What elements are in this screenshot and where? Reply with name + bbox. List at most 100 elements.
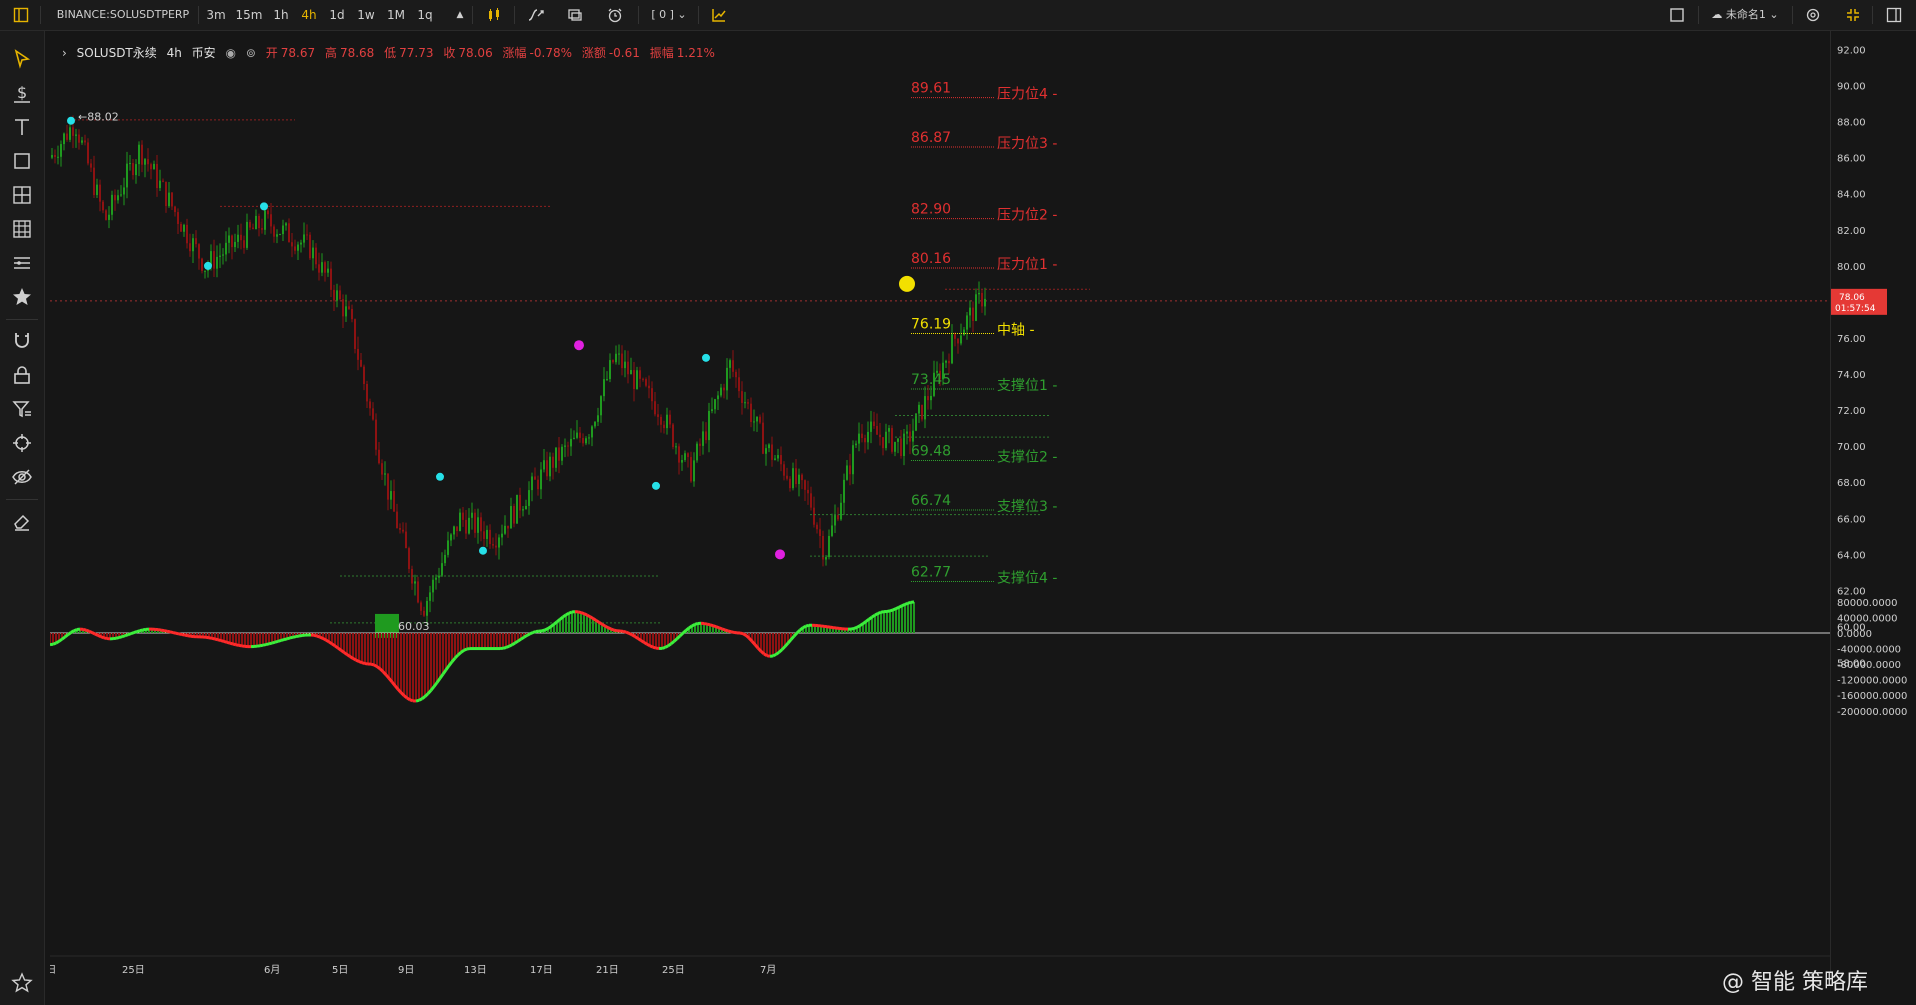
candle-body (558, 447, 560, 461)
candle-body (600, 396, 602, 416)
candle-body (834, 515, 836, 526)
lock-icon[interactable] (10, 363, 34, 387)
candle-body (879, 434, 881, 438)
oscillator-line (610, 627, 615, 632)
indicator-template-button[interactable]: [ 0 ] ⌄ (648, 0, 690, 30)
candle-body (381, 463, 383, 475)
candle-body (945, 360, 947, 363)
pattern-icon[interactable] (10, 183, 34, 207)
candle-body (891, 428, 893, 452)
divider (514, 6, 515, 24)
candle-body (63, 133, 65, 145)
interval-dropdown-icon[interactable]: ▲ (454, 0, 466, 30)
time-tick: 21日 (596, 965, 619, 976)
candle-body (159, 180, 161, 189)
candle-body (291, 242, 293, 247)
candle-body (345, 306, 347, 317)
fib-lines-icon[interactable] (10, 251, 34, 275)
candle-body (909, 431, 911, 442)
eraser-icon[interactable] (10, 509, 34, 533)
price-tick: 80.00 (1837, 262, 1866, 273)
candle-body (561, 446, 563, 461)
crosshair-icon[interactable] (10, 431, 34, 455)
grid-icon[interactable] (10, 217, 34, 241)
hide-eye-icon[interactable] (10, 465, 34, 489)
oscillator-line (370, 662, 375, 667)
interval-3m[interactable]: 3m (204, 0, 228, 30)
compare-icon[interactable] (562, 0, 588, 30)
candle-body (90, 163, 92, 168)
pivot-dot (436, 472, 444, 481)
oscillator-line (178, 632, 183, 637)
oscillator-line (739, 631, 744, 636)
price-tick: 92.00 (1837, 46, 1866, 57)
candle-body (426, 600, 428, 616)
candle-style-icon[interactable] (480, 0, 508, 30)
settings-gear-icon[interactable] (1802, 0, 1824, 30)
candle-body (876, 425, 878, 435)
time-tick: 25日 (662, 965, 685, 976)
oscillator-line (661, 646, 666, 650)
candle-body (774, 458, 776, 460)
magnet-icon[interactable] (10, 329, 34, 353)
alarm-icon[interactable] (602, 0, 628, 30)
settings-icon[interactable]: ⊚ (246, 46, 256, 60)
oscillator-line (721, 627, 726, 632)
collapse-chevron-icon[interactable]: › (62, 46, 67, 60)
price-chart[interactable]: 1日 25日 6月 5日 9日 13日 17日 21日 25日 7月 ←88.02 60.03 89.6… (50, 31, 1830, 981)
candle-body (192, 238, 194, 252)
interval-1w[interactable]: 1w (354, 0, 378, 30)
layout-save-button[interactable]: ☁ 未命名1 ⌄ (1706, 0, 1784, 30)
oscillator-line (712, 624, 717, 629)
candle-body (246, 221, 248, 248)
oscillator-line (286, 636, 291, 641)
candle-body (120, 194, 122, 196)
oscillator-line (529, 631, 534, 636)
oscillator-line (886, 609, 891, 613)
divider (1698, 6, 1699, 24)
rectangle-icon[interactable] (10, 149, 34, 173)
oscillator-line (583, 612, 588, 617)
interval-1d[interactable]: 1d (326, 0, 348, 30)
text-icon[interactable] (10, 115, 34, 139)
oscillator-line (91, 631, 96, 636)
candle-body (414, 581, 416, 584)
favorites-star-icon[interactable] (10, 971, 34, 995)
interval-1h[interactable]: 1h (270, 0, 292, 30)
price-axis[interactable]: 92.0090.0088.0086.0084.0082.0080.0078.00… (1830, 31, 1916, 981)
oscillator-line (399, 691, 406, 697)
time-tick: 1日 (50, 965, 56, 976)
price-line-icon[interactable]: $ (10, 81, 34, 105)
oscillator-line (532, 630, 537, 634)
candle-body (870, 421, 872, 432)
candle-body (264, 210, 266, 230)
oscillator-line (274, 639, 279, 644)
sidebar-toggle-icon[interactable] (8, 0, 34, 30)
star-icon[interactable] (10, 285, 34, 309)
candle-body (735, 371, 737, 378)
oscillator-line (457, 651, 462, 657)
candle-body (111, 194, 113, 215)
oscillator-line (520, 635, 525, 641)
fullscreen-square-icon[interactable] (1666, 0, 1688, 30)
strategy-icon[interactable] (706, 0, 732, 30)
right-panel-toggle-icon[interactable] (1882, 0, 1906, 30)
visibility-eye-icon[interactable]: ◉ (226, 46, 236, 60)
legend-symbol[interactable]: SOLUSDT永续 (77, 46, 157, 60)
indicator-icon[interactable] (522, 0, 550, 30)
oscillator-line (61, 635, 66, 641)
oscillator-line (343, 651, 348, 656)
candle-body (720, 387, 722, 396)
cursor-icon[interactable] (10, 47, 34, 71)
oscillator-line (52, 641, 57, 646)
symbol-selector[interactable]: BINANCE:SOLUSDTPERP (52, 0, 194, 30)
collapse-icon[interactable] (1842, 0, 1864, 30)
candle-body (138, 144, 140, 165)
interval-1M[interactable]: 1M (384, 0, 408, 30)
interval-4h[interactable]: 4h (298, 0, 320, 30)
interval-1q[interactable]: 1q (414, 0, 436, 30)
interval-15m[interactable]: 15m (234, 0, 264, 30)
oscillator-line (292, 635, 297, 639)
candle-body (129, 163, 131, 165)
filter-icon[interactable] (10, 397, 34, 421)
